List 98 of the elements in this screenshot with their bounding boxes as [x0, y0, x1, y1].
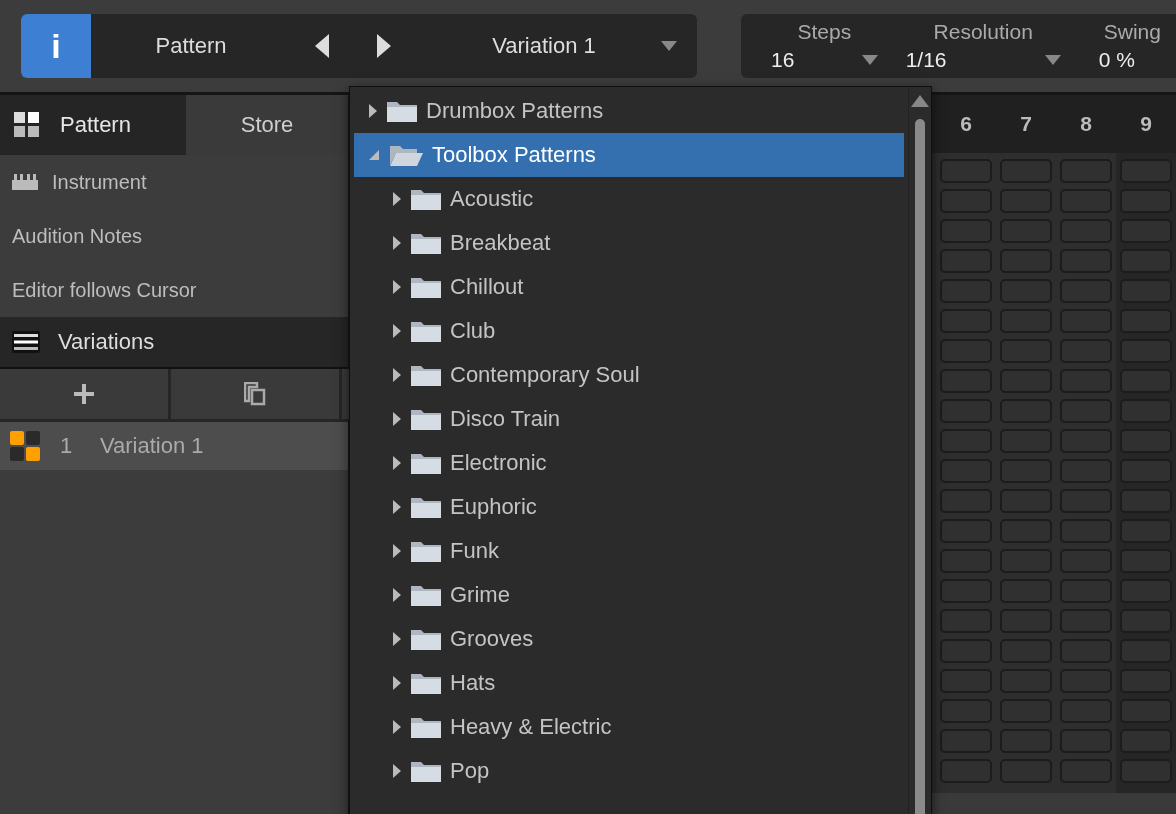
scroll-thumb[interactable] — [915, 119, 925, 814]
folder-item[interactable]: Chillout — [354, 265, 904, 309]
variation-row[interactable]: 1 Variation 1 — [0, 422, 348, 470]
folder-label: Hats — [450, 670, 496, 696]
caret-right-icon[interactable] — [392, 632, 402, 646]
step-number: 8 — [1079, 111, 1093, 137]
menu-icon — [12, 331, 40, 353]
option-label[interactable]: Audition Notes — [12, 224, 143, 248]
folder-label: Euphoric — [450, 494, 537, 520]
panel-tab[interactable]: Pattern — [0, 95, 186, 155]
folder-icon — [410, 275, 442, 299]
variation-dropdown[interactable]: Variation 1 — [415, 14, 697, 78]
setting-label: Swing — [1103, 20, 1161, 44]
triangle-left-icon — [315, 34, 329, 58]
dropdown-arrow-icon[interactable] — [661, 41, 677, 51]
folder-item[interactable]: Grooves — [354, 617, 904, 661]
folder-label: Pop — [450, 758, 490, 784]
folder-item[interactable]: Electronic — [354, 441, 904, 485]
info-button[interactable]: i — [21, 14, 91, 78]
caret-right-icon[interactable] — [392, 676, 402, 690]
plus-icon — [74, 384, 94, 404]
folder-icon — [410, 451, 442, 475]
folder-icon — [410, 759, 442, 783]
caret-right-icon[interactable] — [368, 104, 378, 118]
folder-item[interactable]: Club — [354, 309, 904, 353]
folder-item[interactable]: Disco Train — [354, 397, 904, 441]
option-label[interactable]: Instrument — [52, 170, 147, 194]
step-number: 6 — [959, 111, 973, 137]
folder-item[interactable]: Funk — [354, 529, 904, 573]
folder-icon — [410, 319, 442, 343]
folder-icon — [410, 231, 442, 255]
folder-icon — [410, 583, 442, 607]
folder-label: Acoustic — [450, 186, 534, 212]
grid-icon — [14, 112, 40, 138]
caret-right-icon[interactable] — [392, 412, 402, 426]
folder-icon — [410, 715, 442, 739]
folder-item[interactable]: Drumbox Patterns — [354, 89, 904, 133]
pattern-label: Pattern — [154, 33, 228, 59]
folder-item[interactable]: Breakbeat — [354, 221, 904, 265]
keyboard-icon — [12, 174, 38, 190]
folder-label: Breakbeat — [450, 230, 551, 256]
folder-label: Grime — [450, 582, 510, 608]
caret-right-icon[interactable] — [392, 764, 402, 778]
caret-right-icon[interactable] — [392, 720, 402, 734]
duplicate-button[interactable] — [171, 369, 339, 419]
triangle-right-icon — [377, 34, 391, 58]
folder-icon — [386, 99, 418, 123]
folder-icon — [410, 495, 442, 519]
folder-icon — [410, 627, 442, 651]
caret-right-icon[interactable] — [392, 236, 402, 250]
setting-label: Steps — [797, 20, 852, 44]
section-title: Variations — [58, 329, 155, 355]
open-folder-icon — [388, 143, 424, 167]
folder-item[interactable]: Grime — [354, 573, 904, 617]
caret-right-icon[interactable] — [392, 500, 402, 514]
folder-item[interactable]: Contemporary Soul — [354, 353, 904, 397]
caret-right-icon[interactable] — [392, 456, 402, 470]
setting-value[interactable]: 16 — [771, 48, 795, 72]
caret-right-icon[interactable] — [392, 368, 402, 382]
folder-label: Heavy & Electric — [450, 714, 612, 740]
setting-label: Resolution — [933, 20, 1033, 44]
pattern-icon — [10, 431, 40, 461]
folder-label: Grooves — [450, 626, 534, 652]
step-number: 9 — [1139, 111, 1153, 137]
folder-label: Disco Train — [450, 406, 561, 432]
caret-right-icon[interactable] — [392, 192, 402, 206]
step-number: 7 — [1019, 111, 1033, 137]
caret-right-icon[interactable] — [392, 544, 402, 558]
folder-item[interactable]: Hats — [354, 661, 904, 705]
caret-down-icon[interactable] — [368, 149, 380, 161]
folder-icon — [410, 539, 442, 563]
setting-value: 0 % — [1097, 48, 1135, 72]
folder-label: Drumbox Patterns — [426, 98, 604, 124]
folder-label: Toolbox Patterns — [432, 142, 596, 168]
caret-right-icon[interactable] — [392, 588, 402, 602]
variation-name: Variation 1 — [100, 433, 204, 459]
folder-item[interactable]: Euphoric — [354, 485, 904, 529]
folder-label: Contemporary Soul — [450, 362, 640, 388]
folder-item[interactable]: Pop — [354, 749, 904, 793]
caret-right-icon[interactable] — [392, 280, 402, 294]
folder-item[interactable]: Heavy & Electric — [354, 705, 904, 749]
dropdown-arrow-icon[interactable] — [861, 55, 878, 65]
folder-label: Club — [450, 318, 496, 344]
option-label[interactable]: Editor follows Cursor — [12, 278, 197, 302]
folder-label: Electronic — [450, 450, 547, 476]
folder-label: Funk — [450, 538, 499, 564]
variation-number: 1 — [60, 433, 74, 459]
folder-item[interactable]: Acoustic — [354, 177, 904, 221]
folder-icon — [410, 363, 442, 387]
folder-item[interactable]: Toolbox Patterns — [354, 133, 904, 177]
folder-icon — [410, 671, 442, 695]
caret-right-icon[interactable] — [392, 324, 402, 338]
folder-label: Chillout — [450, 274, 524, 300]
folder-icon — [410, 187, 442, 211]
dropdown-arrow-icon[interactable] — [1044, 55, 1061, 65]
copy-icon — [244, 382, 266, 406]
folder-icon — [410, 407, 442, 431]
setting-value[interactable]: 1/16 — [905, 48, 947, 72]
